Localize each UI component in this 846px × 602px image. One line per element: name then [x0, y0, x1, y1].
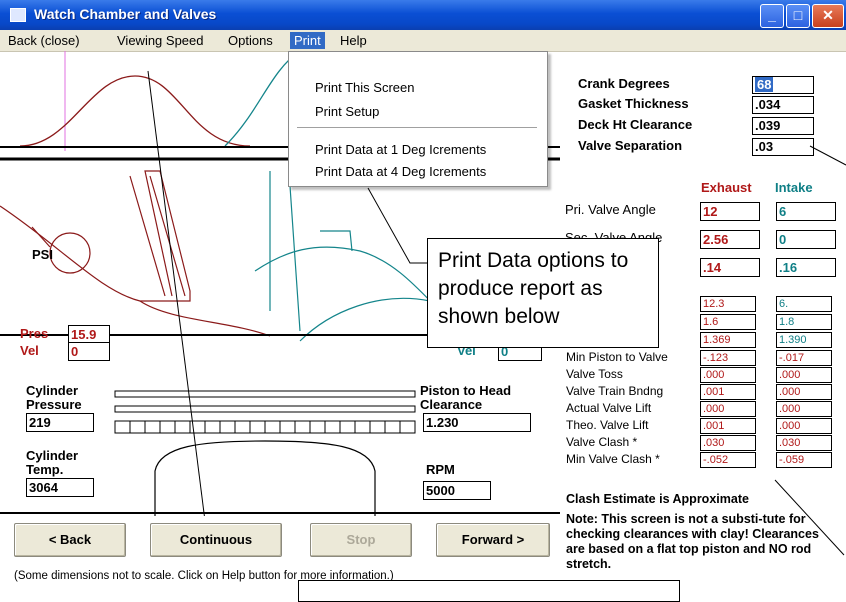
back-button[interactable]: < Back: [14, 523, 126, 557]
maximize-icon[interactable]: □: [786, 4, 810, 28]
continuous-button[interactable]: Continuous: [150, 523, 282, 557]
menu-print[interactable]: Print: [290, 32, 325, 49]
print-menu-dropdown: Print This Screen Print Setup Print Data…: [288, 51, 548, 187]
bottom-callout-box: [298, 580, 680, 602]
menu-options[interactable]: Options: [224, 32, 277, 49]
print-data-1-deg[interactable]: Print Data at 1 Deg Icrements: [315, 142, 486, 157]
close-icon[interactable]: ✕: [812, 4, 844, 28]
rpm-value: 5000: [423, 481, 491, 500]
pres-label: Pres: [20, 326, 49, 341]
cylinder-pressure-label: Cylinder Pressure: [26, 383, 82, 412]
menu-separator: [297, 127, 537, 128]
title-bar: Watch Chamber and Valves _ □ ✕: [0, 0, 846, 30]
pointer-lines: [774, 145, 846, 556]
deck-clearance-label: Deck Ht Clearance: [578, 117, 693, 132]
menu-viewing-speed[interactable]: Viewing Speed: [113, 32, 208, 49]
vel-label: Vel: [20, 343, 39, 358]
piston-head-label: Piston to Head Clearance: [420, 383, 512, 412]
menu-back-close[interactable]: Back (close): [4, 32, 84, 49]
print-setup[interactable]: Print Setup: [315, 104, 379, 119]
vel-value: 0: [68, 342, 110, 361]
window-title: Watch Chamber and Valves: [34, 6, 217, 22]
deck-clearance-input[interactable]: .039: [752, 117, 814, 135]
print-data-4-deg[interactable]: Print Data at 4 Deg Icrements: [315, 164, 486, 179]
crank-degrees-label: Crank Degrees: [578, 76, 670, 91]
rpm-label: RPM: [426, 462, 455, 477]
cylinder-pressure-value: 219: [26, 413, 94, 432]
print-this-screen[interactable]: Print This Screen: [315, 80, 414, 95]
cylinder-temp-value: 3064: [26, 478, 94, 497]
menu-bar: Back (close) Viewing Speed Options Print…: [0, 30, 846, 52]
stop-button[interactable]: Stop: [310, 523, 412, 557]
forward-button[interactable]: Forward >: [436, 523, 550, 557]
psi-label: PSI: [32, 247, 53, 262]
gasket-thickness-label: Gasket Thickness: [578, 96, 689, 111]
crank-degrees-input[interactable]: 68: [752, 76, 814, 94]
gasket-thickness-input[interactable]: .034: [752, 96, 814, 114]
crank-degrees-value: 68: [755, 77, 774, 92]
piston-head-value: 1.230: [423, 413, 531, 432]
app-icon: [10, 8, 26, 22]
menu-help[interactable]: Help: [336, 32, 371, 49]
cylinder-temp-label: Cylinder Temp.: [26, 448, 79, 477]
minimize-icon[interactable]: _: [760, 4, 784, 28]
